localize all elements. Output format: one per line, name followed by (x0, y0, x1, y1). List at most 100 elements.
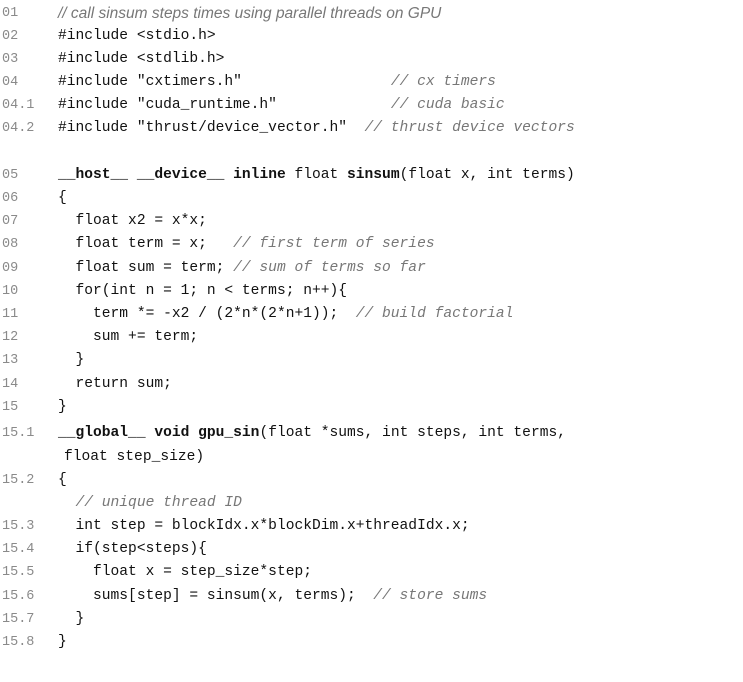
code-text: term *= -x2 / (2*n*(2*n+1)); // build fa… (58, 303, 513, 326)
code-text: for(int n = 1; n < terms; n++){ (58, 280, 348, 303)
code-text: { (58, 469, 67, 492)
code-token: { (58, 472, 67, 488)
code-token: (float *sums, int steps, int terms, (259, 425, 566, 441)
code-text: } (58, 608, 85, 631)
code-text: } (58, 631, 67, 654)
keyword: __device__ (136, 167, 225, 183)
code-text: } (58, 396, 67, 419)
code-comment: // cuda basic (390, 97, 505, 113)
code-text: { (58, 187, 67, 210)
code-comment: // unique thread ID (75, 495, 242, 511)
line-number: 05 (2, 168, 19, 183)
line-number: 03 (2, 52, 19, 67)
line-number: 12 (2, 330, 19, 345)
line-number: 15.7 (2, 612, 35, 627)
code-token: } (58, 611, 85, 627)
code-token: sums[step] = sinsum(x, terms); (58, 588, 374, 604)
code-text: float x = step_size*step; (58, 561, 312, 584)
code-text: float x2 = x*x; (58, 210, 207, 233)
line-number: 04.1 (2, 98, 35, 113)
code-token: float step_size) (64, 449, 205, 465)
code-text: float sum = term; // sum of terms so far (58, 257, 426, 280)
code-comment: // cx timers (390, 74, 496, 90)
line-number: 04.2 (2, 121, 35, 136)
code-token: sum += term; (58, 329, 199, 345)
code-token: #include <stdlib.h> (58, 51, 225, 67)
keyword: sinsum (347, 167, 400, 183)
line-number: 13 (2, 353, 19, 368)
line-number: 10 (2, 284, 19, 299)
code-token: #include <stdio.h> (58, 28, 216, 44)
code-text: #include <stdio.h> (58, 25, 216, 48)
line-number: 15.8 (2, 635, 35, 650)
code-text: return sum; (58, 373, 172, 396)
line-number: 15.3 (2, 519, 35, 534)
code-comment: // first term of series (233, 236, 435, 252)
keyword: void (154, 425, 190, 441)
keyword: gpu_sin (198, 425, 260, 441)
code-token: float (285, 167, 348, 183)
line-number: 15.5 (2, 565, 35, 580)
code-text: __global__ void gpu_sin(float *sums, int… (58, 422, 566, 445)
keyword: inline (233, 167, 286, 183)
code-token: float term = x; (58, 236, 234, 252)
line-number: 07 (2, 214, 19, 229)
line-number: 14 (2, 377, 19, 392)
code-token: (float x, int terms) (399, 167, 575, 183)
line-number: 15.2 (2, 473, 35, 488)
code-token: } (58, 352, 85, 368)
code-comment: // call sinsum steps times using paralle… (58, 5, 442, 22)
code-text: // unique thread ID (58, 492, 242, 515)
keyword: __global__ (58, 425, 146, 441)
code-text: #include "cxtimers.h" // cx timers (58, 71, 496, 94)
code-text: sum += term; (58, 326, 198, 349)
code-text: int step = blockIdx.x*blockDim.x+threadI… (58, 515, 470, 538)
line-number: 15 (2, 400, 19, 415)
code-text: #include <stdlib.h> (58, 48, 224, 71)
code-text: #include "thrust/device_vector.h" // thr… (58, 117, 575, 140)
code-text: if(step<steps){ (58, 538, 207, 561)
code-comment: // store sums (373, 588, 488, 604)
code-text: sums[step] = sinsum(x, terms); // store … (58, 585, 487, 608)
keyword: __host__ (58, 167, 129, 183)
code-comment: // thrust device vectors (364, 120, 575, 136)
line-number: 01 (2, 6, 19, 21)
line-number: 09 (2, 261, 19, 276)
code-text: float term = x; // first term of series (58, 233, 435, 256)
code-token: float x2 = x*x; (58, 213, 207, 229)
code-token: return sum; (58, 376, 172, 392)
line-number: 08 (2, 237, 19, 252)
code-token: int step = blockIdx.x*blockDim.x+threadI… (58, 518, 470, 534)
code-token: term *= -x2 / (2*n*(2*n+1)); (58, 306, 356, 322)
line-number: 04 (2, 75, 19, 90)
code-token: { (58, 190, 67, 206)
code-text: #include "cuda_runtime.h" // cuda basic (58, 94, 505, 117)
line-number: 15.1 (2, 426, 35, 441)
code-comment: // sum of terms so far (233, 260, 426, 276)
code-token: if(step<steps){ (58, 541, 207, 557)
code-text: float step_size) (64, 446, 204, 469)
code-comment: // build factorial (355, 306, 514, 322)
code-text: // call sinsum steps times using paralle… (58, 2, 441, 27)
code-token: } (58, 399, 67, 415)
line-number: 15.4 (2, 542, 35, 557)
line-number: 06 (2, 191, 19, 206)
code-token: #include "cuda_runtime.h" (58, 97, 277, 113)
code-token: for(int n = 1; n < terms; n++){ (58, 283, 348, 299)
code-token: #include "thrust/device_vector.h" (58, 120, 348, 136)
code-token: float x = step_size*step; (58, 564, 312, 580)
code-token: } (58, 634, 67, 650)
code-text: } (58, 349, 85, 372)
code-token: #include "cxtimers.h" (58, 74, 242, 90)
line-number: 02 (2, 29, 19, 44)
code-token: float sum = term; (58, 260, 234, 276)
line-number: 15.6 (2, 589, 35, 604)
code-text: __host__ __device__ inline float sinsum(… (58, 164, 575, 187)
